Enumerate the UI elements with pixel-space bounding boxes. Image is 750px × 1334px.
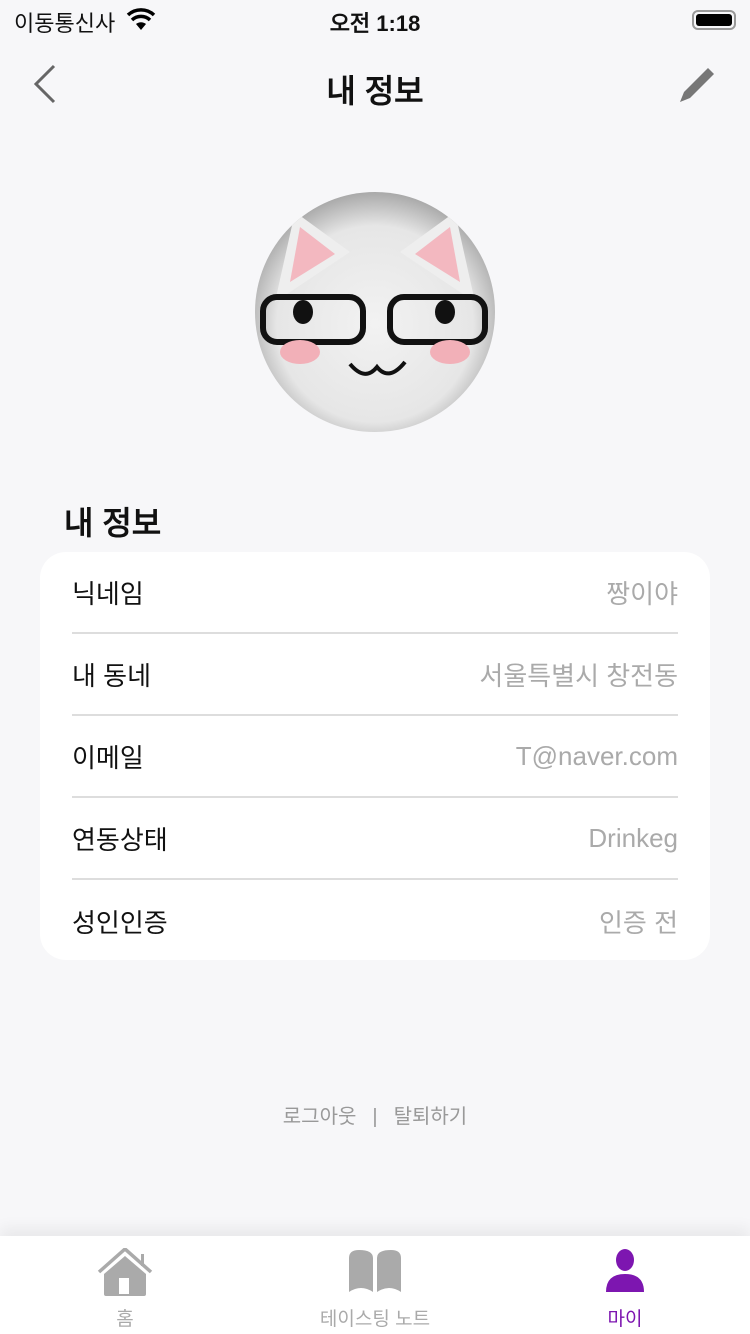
info-row-adult-verification: 성인인증 인증 전: [72, 880, 678, 962]
info-label: 이메일: [72, 742, 144, 773]
clock: 오전 1:18: [329, 11, 421, 36]
profile-avatar[interactable]: [255, 192, 495, 432]
nav-bar: 내 정보: [0, 50, 750, 120]
tab-label: 마이: [607, 1309, 643, 1330]
info-label: 내 동네: [72, 660, 151, 691]
book-icon: [349, 1250, 401, 1292]
tab-bar: 홈 테이스팅 노트 마이: [0, 1236, 750, 1334]
tab-tasting-note[interactable]: 테이스팅 노트: [250, 1236, 500, 1334]
tab-label: 테이스팅 노트: [319, 1309, 431, 1330]
info-label: 연동상태: [72, 824, 168, 855]
page-title: 내 정보: [326, 73, 424, 109]
info-row-nickname: 닉네임 짱이야: [72, 552, 678, 634]
info-row-link-status: 연동상태 Drinkeg: [72, 798, 678, 880]
status-bar: 이동통신사 오전 1:18: [0, 0, 750, 40]
info-label: 성인인증: [72, 907, 168, 938]
separator: |: [372, 1106, 378, 1128]
withdraw-link[interactable]: 탈퇴하기: [394, 1106, 468, 1128]
tab-label: 홈: [116, 1309, 134, 1330]
info-label: 닉네임: [72, 578, 144, 609]
info-row-neighborhood: 내 동네 서울특별시 창전동: [72, 634, 678, 716]
info-value: 서울특별시 창전동: [479, 660, 678, 691]
person-icon: [606, 1249, 644, 1292]
avatar-image: [260, 212, 488, 376]
info-card: 닉네임 짱이야 내 동네 서울특별시 창전동 이메일 T@naver.com 연동상태…: [40, 552, 710, 960]
tab-home[interactable]: 홈: [0, 1236, 250, 1334]
info-value: T@naver.com: [515, 740, 678, 771]
info-row-email: 이메일 T@naver.com: [72, 716, 678, 798]
section-title: 내 정보: [64, 505, 162, 541]
home-icon: [97, 1248, 153, 1296]
logout-link[interactable]: 로그아웃: [283, 1106, 357, 1128]
account-actions: 로그아웃 | 탈퇴하기: [0, 1100, 750, 1129]
edit-pencil-icon[interactable]: [676, 66, 716, 106]
info-value: 짱이야: [606, 578, 678, 609]
tab-my[interactable]: 마이: [500, 1236, 750, 1334]
info-value: 인증 전: [599, 907, 678, 938]
info-value: Drinkeg: [588, 822, 678, 853]
battery-icon: [692, 10, 736, 30]
